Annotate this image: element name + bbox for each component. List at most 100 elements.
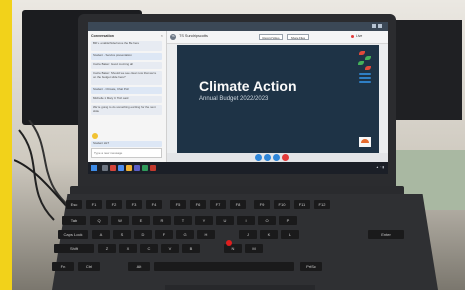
leaf-icon xyxy=(359,51,365,55)
chat-message: Carrie Baker: Good morning all xyxy=(91,62,162,69)
photo-scene: Conversation × Bill v. enable/hide/move … xyxy=(0,0,465,290)
key[interactable]: Z xyxy=(98,244,116,253)
key[interactable]: Y xyxy=(195,216,213,225)
key[interactable]: F3 xyxy=(126,200,142,209)
camera-icon[interactable] xyxy=(255,154,262,161)
record-video-button[interactable]: Record Video xyxy=(259,34,283,40)
key[interactable]: F9 xyxy=(254,200,270,209)
key[interactable]: Ctrl xyxy=(78,262,100,271)
meeting-stage: TS TS Sundripscotts Record Video Share F… xyxy=(167,31,388,162)
key[interactable]: Tab xyxy=(62,216,86,225)
key[interactable]: Esc xyxy=(66,200,82,209)
laptop-screen: Conversation × Bill v. enable/hide/move … xyxy=(88,22,388,174)
key[interactable]: A xyxy=(92,230,110,239)
app-icon[interactable] xyxy=(118,165,124,171)
key[interactable]: K xyxy=(260,230,278,239)
key[interactable]: I xyxy=(237,216,255,225)
key[interactable]: M xyxy=(245,244,263,253)
chat-input[interactable]: Type a new message xyxy=(91,148,162,158)
share-screen-icon[interactable] xyxy=(273,154,280,161)
key[interactable]: F8 xyxy=(230,200,246,209)
key[interactable]: Alt xyxy=(128,262,150,271)
key[interactable]: T xyxy=(174,216,192,225)
key[interactable]: V xyxy=(161,244,179,253)
key[interactable]: F1 xyxy=(86,200,102,209)
key[interactable]: O xyxy=(258,216,276,225)
key[interactable]: X xyxy=(119,244,137,253)
presenter-name: TS Sundripscotts xyxy=(179,34,208,38)
key[interactable]: H xyxy=(197,230,215,239)
key[interactable]: F6 xyxy=(190,200,206,209)
chat-message: Michelle 1 Mary C Tish said xyxy=(91,96,162,103)
key[interactable]: Caps Lock xyxy=(58,230,88,239)
key[interactable]: F xyxy=(155,230,173,239)
meeting-topbar: TS TS Sundripscotts Record Video Share F… xyxy=(167,31,388,44)
yellow-wall-edge xyxy=(0,0,12,290)
presentation-slide: Climate Action Annual Budget 2022/2023 xyxy=(177,45,379,153)
wave-icon xyxy=(359,77,371,79)
microphone-icon[interactable] xyxy=(264,154,271,161)
key[interactable]: F7 xyxy=(210,200,226,209)
system-tray: ▲ ◔ ▮ xyxy=(375,165,384,169)
key[interactable]: F11 xyxy=(294,200,310,209)
key[interactable]: W xyxy=(111,216,129,225)
key[interactable]: U xyxy=(216,216,234,225)
wave-icon xyxy=(359,73,371,75)
live-label: Live xyxy=(356,34,363,38)
key[interactable]: P xyxy=(279,216,297,225)
close-icon[interactable] xyxy=(378,24,382,28)
slide-subtitle: Annual Budget 2022/2023 xyxy=(199,96,269,102)
key[interactable]: B xyxy=(182,244,200,253)
folder-icon[interactable] xyxy=(126,165,132,171)
key[interactable]: E xyxy=(132,216,150,225)
key[interactable]: Shift xyxy=(54,244,94,253)
key[interactable]: G xyxy=(176,230,194,239)
teams-icon[interactable] xyxy=(134,165,140,171)
key[interactable]: F2 xyxy=(106,200,122,209)
key[interactable]: D xyxy=(134,230,152,239)
key[interactable]: Q xyxy=(90,216,108,225)
chat-header: Conversation xyxy=(91,34,114,38)
key[interactable]: J xyxy=(239,230,257,239)
app-icon[interactable] xyxy=(150,165,156,171)
close-chat-icon[interactable]: × xyxy=(161,33,163,38)
live-dot-icon xyxy=(351,35,354,38)
key[interactable]: C xyxy=(140,244,158,253)
chat-message: Student HLT xyxy=(91,141,162,147)
logo-icon xyxy=(359,137,371,147)
start-icon[interactable] xyxy=(91,165,97,171)
search-icon[interactable] xyxy=(102,165,108,171)
key[interactable]: L xyxy=(281,230,299,239)
end-call-icon[interactable] xyxy=(282,154,289,161)
share-files-button[interactable]: Share Files xyxy=(287,34,309,40)
slide-title: Climate Action xyxy=(199,78,297,94)
key[interactable]: R xyxy=(153,216,171,225)
external-monitor-right xyxy=(392,20,462,120)
wave-icon xyxy=(359,81,371,83)
window-titlebar xyxy=(88,22,388,31)
trackpoint[interactable] xyxy=(226,240,232,246)
minimize-icon[interactable] xyxy=(372,24,376,28)
key[interactable]: Enter xyxy=(368,230,404,239)
key[interactable]: F4 xyxy=(146,200,162,209)
key[interactable]: PrtSc xyxy=(300,262,322,271)
app-icon[interactable] xyxy=(142,165,148,171)
emoji-reaction-icon xyxy=(92,133,98,139)
touchpad[interactable] xyxy=(165,285,315,290)
key[interactable]: F10 xyxy=(274,200,290,209)
chat-message: Student - Service presentation xyxy=(91,53,162,60)
key[interactable]: F5 xyxy=(170,200,186,209)
key[interactable]: F12 xyxy=(314,200,330,209)
chat-panel: Conversation × Bill v. enable/hide/move … xyxy=(88,31,167,162)
key[interactable]: Fn xyxy=(52,262,74,271)
leaf-icon xyxy=(365,56,371,60)
chat-message: Student - Climate, Chat Poll xyxy=(91,87,162,94)
leaf-icon xyxy=(365,66,371,70)
chat-message: Bill v. enable/hide/move the Be here xyxy=(91,41,162,51)
key[interactable]: S xyxy=(113,230,131,239)
spacebar[interactable] xyxy=(154,262,294,271)
presenter-avatar: TS xyxy=(170,34,176,40)
chat-message: Carrie Baker: Should we see clear now th… xyxy=(91,71,162,85)
app-icon[interactable] xyxy=(110,165,116,171)
leaf-icon xyxy=(358,61,364,65)
